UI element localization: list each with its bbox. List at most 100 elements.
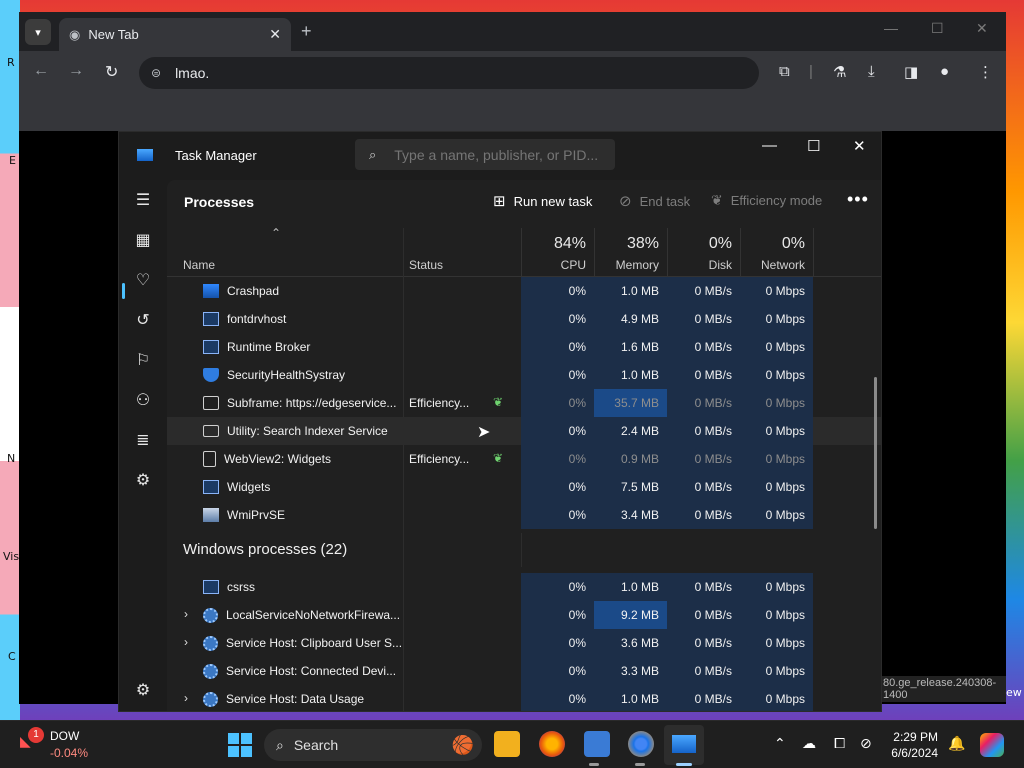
column-header-disk[interactable]: 0% Disk: [667, 228, 740, 276]
column-status-label: Status: [409, 258, 444, 272]
address-bar[interactable]: ⊜ lmao.: [139, 57, 759, 89]
window-icon: [203, 580, 219, 594]
process-name: WebView2: Widgets: [224, 452, 331, 466]
tab-search-button[interactable]: ▾: [25, 19, 51, 45]
tm-maximize-icon[interactable]: ☐: [807, 137, 820, 155]
download-icon[interactable]: ⤓: [868, 63, 875, 80]
tab-new-tab[interactable]: ◉ New Tab ✕: [59, 18, 291, 51]
table-row[interactable]: WebView2: Widgets Efficiency... ❦ 0% 0.9…: [167, 445, 881, 473]
stock-widget-icon[interactable]: ◣: [20, 733, 31, 750]
process-name: LocalServiceNoNetworkFirewa...: [226, 608, 401, 622]
services-icon[interactable]: ⚙: [133, 470, 153, 490]
minimize-icon[interactable]: —: [884, 20, 898, 36]
run-new-task-label: Run new task: [513, 193, 593, 209]
details-icon[interactable]: ≣: [133, 430, 153, 450]
network-value: 0 Mbps: [740, 501, 813, 529]
column-header-name[interactable]: ⌃ Name: [167, 226, 403, 276]
table-row[interactable]: csrss 0% 1.0 MB 0 MB/s 0 Mbps: [167, 573, 881, 601]
ticker-symbol[interactable]: DOW: [50, 729, 79, 743]
maximize-icon[interactable]: ☐: [931, 20, 944, 37]
back-icon[interactable]: ←: [33, 62, 49, 80]
table-row[interactable]: Utility: Search Indexer Service 0% 2.4 M…: [167, 417, 881, 445]
chrome-icon[interactable]: [628, 731, 654, 757]
column-header-cpu[interactable]: 84% CPU: [521, 228, 594, 276]
network-icon[interactable]: ⧠: [834, 735, 845, 752]
disk-value: 0 MB/s: [667, 501, 740, 529]
menu-icon[interactable]: ⋮: [978, 63, 993, 81]
site-info-icon[interactable]: ⊜: [151, 66, 161, 80]
run-new-task-button[interactable]: ⊞ Run new task: [493, 192, 592, 210]
process-name: Utility: Search Indexer Service: [227, 424, 388, 438]
expand-chevron-icon[interactable]: ›: [184, 635, 188, 649]
system-clock[interactable]: 2:29 PM 6/6/2024: [888, 729, 938, 761]
app-history-icon[interactable]: ↺: [133, 310, 153, 330]
group-header-windows-processes[interactable]: Windows processes (22): [167, 533, 881, 567]
efficiency-leaf-icon: ❦: [493, 451, 504, 465]
table-row[interactable]: › Service Host: Data Usage 0% 1.0 MB 0 M…: [167, 685, 881, 711]
windows-logo-icon: [228, 746, 239, 757]
extensions-icon[interactable]: ⧉: [779, 63, 790, 80]
taskbar-search[interactable]: ⌕ Search 🏀: [264, 729, 482, 761]
firefox-icon[interactable]: [539, 731, 565, 757]
hamburger-icon[interactable]: ☰: [133, 190, 153, 210]
process-search-input[interactable]: [394, 146, 605, 163]
table-row[interactable]: Crashpad 0% 1.0 MB 0 MB/s 0 Mbps: [167, 277, 881, 305]
file-explorer-icon[interactable]: [494, 731, 520, 757]
side-panel-icon[interactable]: ◨: [904, 63, 918, 81]
memory-total: 38%: [626, 235, 659, 252]
more-options-icon[interactable]: •••: [847, 189, 869, 210]
copilot-icon[interactable]: [980, 733, 1004, 757]
table-row[interactable]: SecurityHealthSystray 0% 1.0 MB 0 MB/s 0…: [167, 361, 881, 389]
cpu-value: 0%: [521, 361, 594, 389]
show-hidden-icons-icon[interactable]: ⌃: [774, 735, 786, 752]
startup-apps-icon[interactable]: ⚐: [133, 350, 153, 370]
forward-icon[interactable]: →: [68, 62, 84, 80]
users-icon[interactable]: ⚇: [133, 390, 153, 410]
labs-flask-icon[interactable]: ⚗: [833, 63, 846, 81]
new-tab-icon[interactable]: +: [301, 21, 312, 42]
table-row[interactable]: Runtime Broker 0% 1.6 MB 0 MB/s 0 Mbps: [167, 333, 881, 361]
cpu-value: 0%: [521, 389, 594, 417]
settings-icon[interactable]: ⚙: [133, 680, 153, 700]
processes-icon[interactable]: ▦: [133, 230, 153, 250]
disk-total: 0%: [708, 235, 732, 252]
table-row[interactable]: Service Host: Connected Devi... 0% 3.3 M…: [167, 657, 881, 685]
column-header-memory[interactable]: 38% Memory: [594, 228, 667, 276]
memory-value: 3.3 MB: [594, 657, 667, 685]
running-indicator: [589, 763, 599, 766]
tm-minimize-icon[interactable]: —: [762, 137, 777, 154]
end-task-button[interactable]: ⊘ End task: [619, 192, 690, 210]
vertical-scrollbar[interactable]: [874, 377, 877, 529]
expand-chevron-icon[interactable]: ›: [184, 691, 188, 705]
table-row[interactable]: Subframe: https://edgeservice... Efficie…: [167, 389, 881, 417]
efficiency-mode-button[interactable]: ❦ Efficiency mode: [711, 192, 822, 209]
gear-icon: [203, 663, 218, 679]
column-header-network[interactable]: 0% Network: [740, 228, 813, 276]
performance-icon[interactable]: ♡: [133, 270, 153, 290]
network-total: 0%: [781, 235, 805, 252]
notifications-bell-icon[interactable]: 🔔: [948, 735, 965, 752]
close-tab-icon[interactable]: ✕: [269, 26, 281, 43]
end-task-icon: ⊘: [619, 193, 632, 210]
profile-icon[interactable]: ●: [940, 63, 949, 80]
table-row[interactable]: › LocalServiceNoNetworkFirewa... 0% 9.2 …: [167, 601, 881, 629]
volume-muted-icon[interactable]: ⊘: [860, 735, 872, 752]
notepad-icon[interactable]: [584, 731, 610, 757]
expand-chevron-icon[interactable]: ›: [184, 607, 188, 621]
table-row[interactable]: fontdrvhost 0% 4.9 MB 0 MB/s 0 Mbps: [167, 305, 881, 333]
frame-icon: [203, 396, 219, 410]
process-search-box[interactable]: ⌕: [355, 139, 615, 170]
gear-icon: [203, 635, 218, 651]
column-header-status[interactable]: Status: [403, 228, 521, 276]
table-row[interactable]: WmiPrvSE 0% 3.4 MB 0 MB/s 0 Mbps: [167, 501, 881, 529]
tm-close-icon[interactable]: ✕: [853, 137, 866, 155]
task-manager-taskbar-button[interactable]: [664, 725, 704, 765]
start-button[interactable]: [228, 733, 252, 757]
cpu-value: 0%: [521, 501, 594, 529]
reload-icon[interactable]: ↻: [105, 62, 118, 82]
onedrive-cloud-icon[interactable]: ☁: [802, 735, 816, 752]
table-row[interactable]: Widgets 0% 7.5 MB 0 MB/s 0 Mbps: [167, 473, 881, 501]
cpu-value: 0%: [521, 305, 594, 333]
close-icon[interactable]: ✕: [976, 20, 988, 37]
table-row[interactable]: › Service Host: Clipboard User S... 0% 3…: [167, 629, 881, 657]
